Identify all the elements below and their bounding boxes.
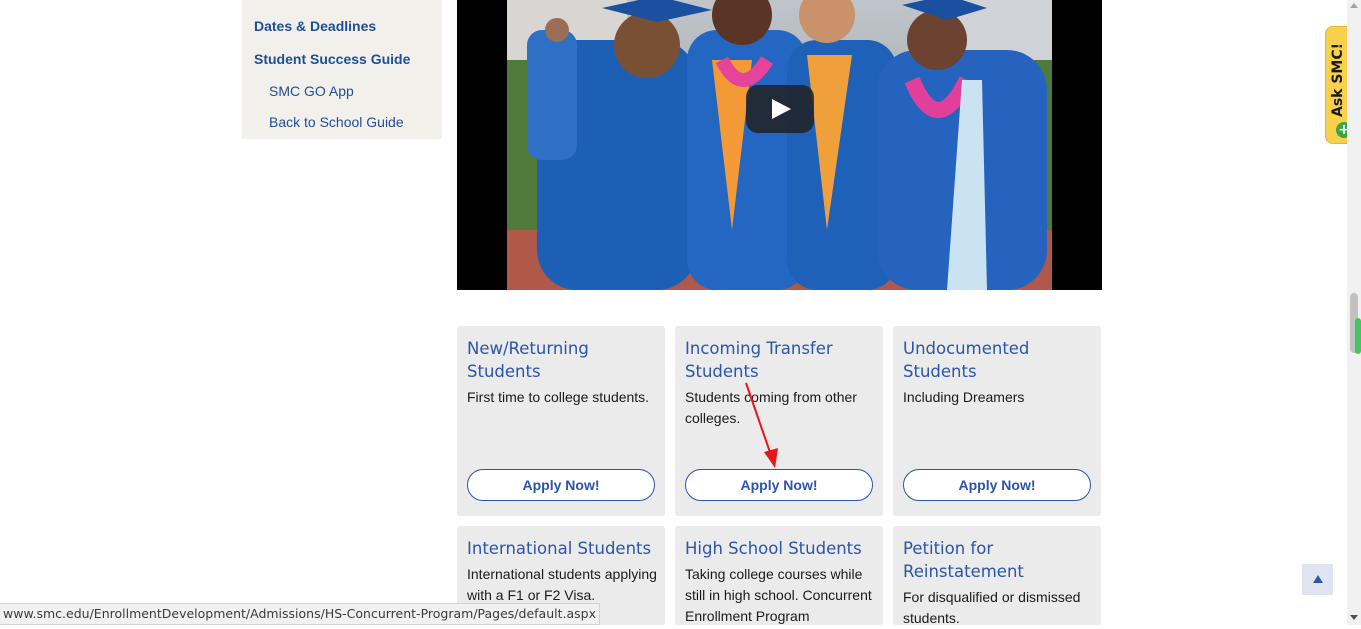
arrow-up-icon[interactable] [1302, 564, 1333, 595]
ask-smc-label: Ask SMC! [1330, 42, 1346, 117]
card-title[interactable]: International Students [467, 537, 657, 560]
card-new-returning: New/Returning Students First time to col… [457, 326, 665, 516]
apply-now-button[interactable]: Apply Now! [467, 469, 655, 501]
scrollbar[interactable] [1347, 0, 1361, 625]
sidebar-nav: Dates & Deadlines Student Success Guide … [242, 0, 442, 139]
card-title[interactable]: Petition for Reinstatement [903, 537, 1093, 583]
sidebar-item-smc-go-app[interactable]: SMC GO App [269, 83, 354, 99]
apply-now-button[interactable]: Apply Now! [685, 469, 873, 501]
card-title[interactable]: New/Returning Students [467, 337, 657, 383]
card-description: Including Dreamers [903, 389, 1025, 405]
card-petition-reinstatement: Petition for Reinstatement For disqualif… [893, 526, 1101, 626]
scroll-down-arrow-icon[interactable] [1350, 615, 1358, 620]
scroll-up-arrow-icon[interactable] [1350, 3, 1358, 8]
card-undocumented: Undocumented Students Including Dreamers… [893, 326, 1101, 516]
card-high-school: High School Students Taking college cour… [675, 526, 883, 625]
card-title[interactable]: Incoming Transfer Students [685, 337, 875, 383]
card-title[interactable]: Undocumented Students [903, 337, 1093, 383]
play-icon[interactable] [746, 85, 814, 133]
card-description: First time to college students. [467, 389, 650, 405]
card-description: International students applying with a F… [467, 566, 657, 603]
video-player[interactable] [457, 0, 1102, 290]
card-title[interactable]: High School Students [685, 537, 875, 560]
sidebar-item-dates-deadlines[interactable]: Dates & Deadlines [254, 18, 376, 34]
status-bar-url: www.smc.edu/EnrollmentDevelopment/Admiss… [0, 603, 600, 625]
card-description: For disqualified or dismissed students. [903, 589, 1081, 626]
card-description: Taking college courses while still in hi… [685, 566, 872, 624]
apply-now-button[interactable]: Apply Now! [903, 469, 1091, 501]
sidebar-item-student-success-guide[interactable]: Student Success Guide [254, 51, 410, 67]
scroll-indicator [1355, 318, 1361, 354]
annotation-arrow [745, 382, 778, 468]
sidebar-item-back-to-school-guide[interactable]: Back to School Guide [269, 114, 404, 130]
video-thumbnail [507, 0, 1052, 290]
